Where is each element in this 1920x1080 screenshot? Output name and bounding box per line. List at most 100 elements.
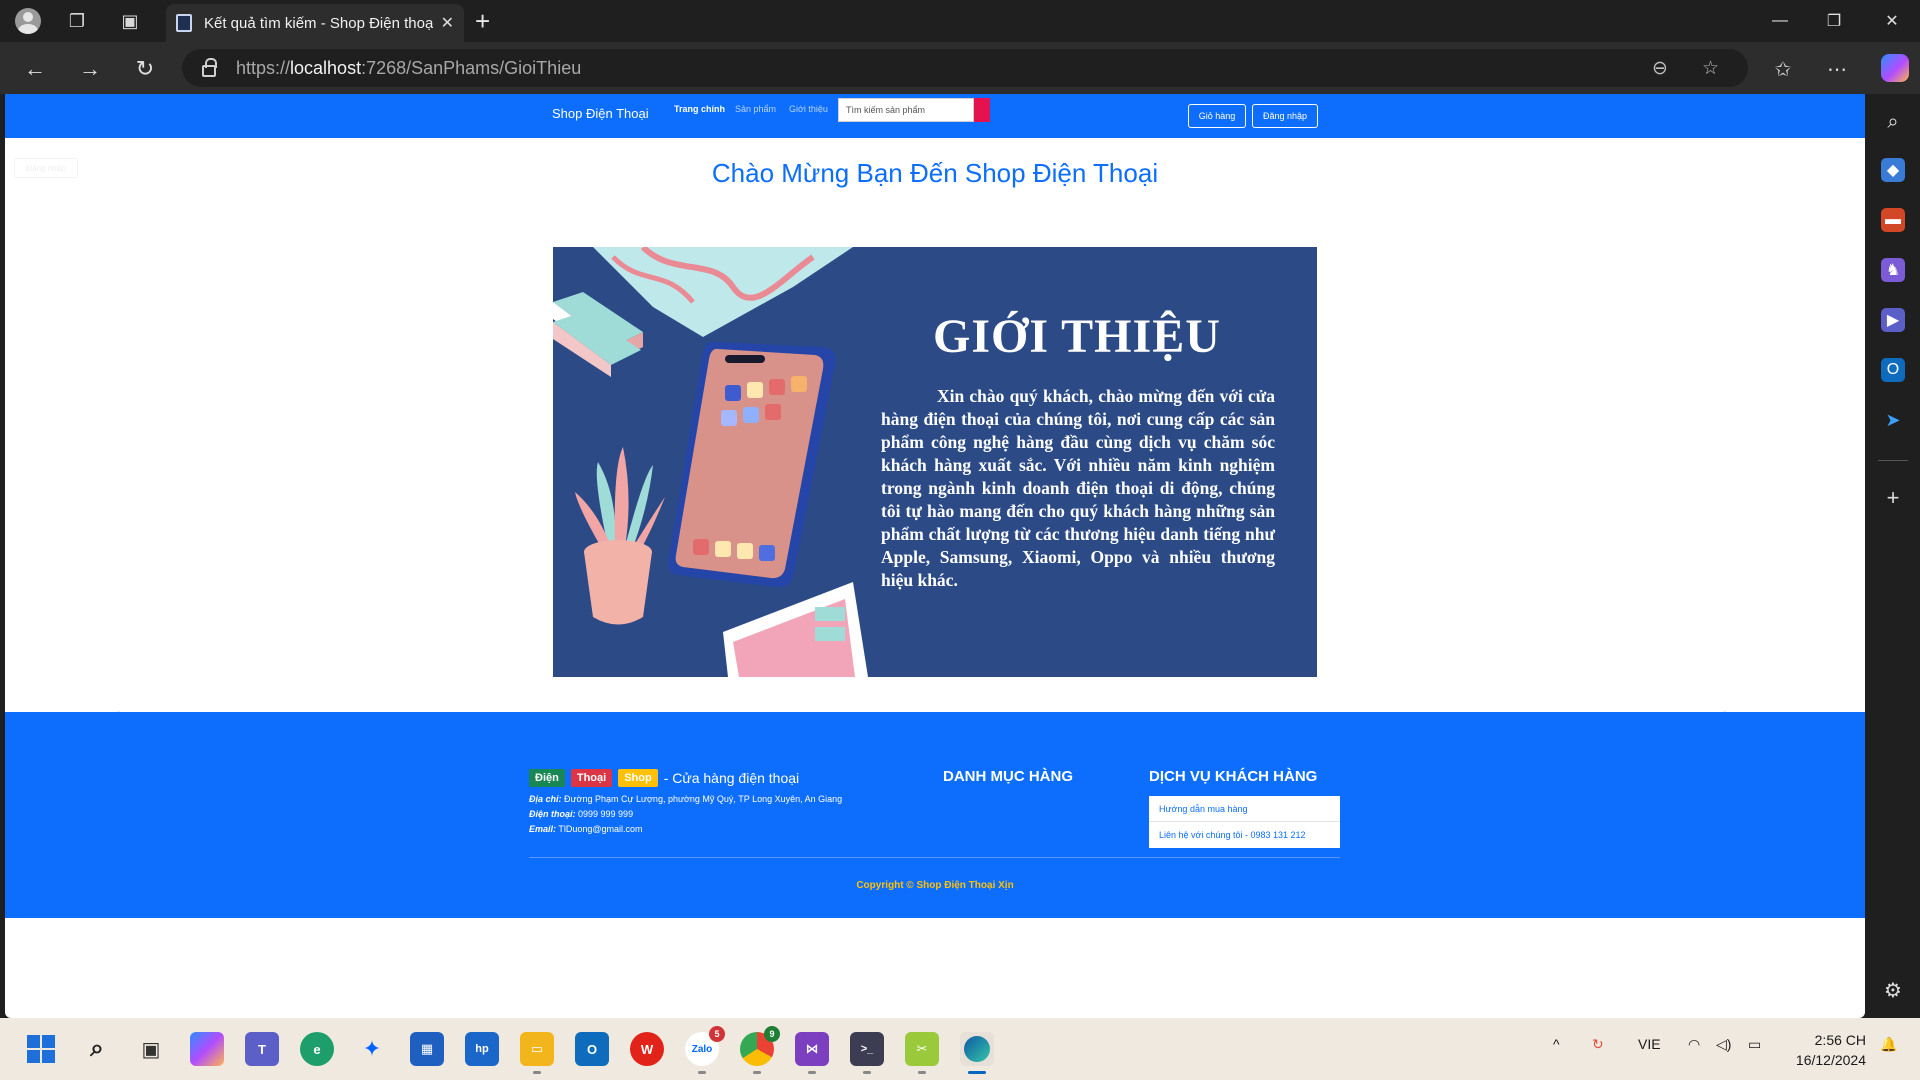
site-brand[interactable]: Shop Điện Thoại xyxy=(552,106,649,121)
favorites-icon[interactable]: ✩ xyxy=(1766,52,1800,86)
books-illustration xyxy=(553,292,643,377)
copilot-app-icon[interactable] xyxy=(190,1032,224,1066)
favorite-star-icon[interactable]: ☆ xyxy=(1702,49,1719,87)
site-navbar: Shop Điện Thoại Trang chính Sản phẩm Giớ… xyxy=(5,94,1865,138)
close-window-icon[interactable]: ✕ xyxy=(1864,0,1920,42)
chrome-badge: 9 xyxy=(764,1026,780,1042)
copilot-sidebar-icon[interactable]: ▶ xyxy=(1881,308,1905,332)
active-tab[interactable]: Kết quả tìm kiếm - Shop Điện thoại ✕ xyxy=(166,4,464,42)
wifi-icon[interactable]: ◠ xyxy=(1688,1036,1700,1053)
page-viewport: Shop Điện Thoại Trang chính Sản phẩm Giớ… xyxy=(5,94,1865,1018)
browser-tab-bar: ❐ ▣ Kết quả tìm kiếm - Shop Điện thoại ✕… xyxy=(0,0,1920,42)
tab-title: Kết quả tìm kiếm - Shop Điện thoại xyxy=(204,14,433,32)
footer-email: Email: TlDuong@gmail.com xyxy=(529,824,643,834)
dropbox-icon[interactable]: ✦ xyxy=(355,1032,389,1066)
terminal-icon[interactable]: >_ xyxy=(850,1032,884,1066)
zalo-icon[interactable]: Zalo 5 xyxy=(685,1026,725,1066)
search-icon[interactable]: ⌕ xyxy=(1881,110,1905,134)
taskbar-search-icon[interactable]: ⌕ xyxy=(80,1032,114,1066)
zalo-badge: 5 xyxy=(709,1026,725,1042)
about-banner: GIỚI THIỆU Xin chào quý khách, chào mừng… xyxy=(553,247,1317,677)
category-heading: DANH MỤC HÀNG xyxy=(943,768,1073,785)
tray-overflow-icon[interactable]: ^ xyxy=(1553,1036,1560,1052)
lock-icon[interactable] xyxy=(202,58,217,77)
tools-briefcase-icon[interactable]: ▬ xyxy=(1881,208,1905,232)
language-indicator[interactable]: VIE xyxy=(1638,1036,1661,1052)
wps-icon[interactable]: W xyxy=(630,1032,664,1066)
address-value: Đường Phạm Cự Lượng, phường Mỹ Quý, TP L… xyxy=(564,794,843,804)
more-menu-icon[interactable]: ⋯ xyxy=(1820,52,1854,86)
tag-shop: Shop xyxy=(618,769,658,787)
nav-home[interactable]: Trang chính xyxy=(674,104,725,114)
sidebar-divider xyxy=(1878,460,1908,461)
snipping-tool-icon[interactable]: ✂ xyxy=(905,1032,939,1066)
login-button[interactable]: Đăng nhập xyxy=(1252,104,1318,128)
refresh-icon[interactable]: ↻ xyxy=(128,52,162,86)
zoom-icon[interactable]: ⊖ xyxy=(1652,49,1668,87)
chrome-icon[interactable]: 9 xyxy=(740,1026,780,1066)
myhp-icon[interactable]: hp xyxy=(465,1032,499,1066)
nav-about[interactable]: Giới thiệu xyxy=(789,104,828,114)
chrome-running-dot xyxy=(753,1071,761,1074)
plant-illustration xyxy=(575,447,665,625)
send-icon[interactable]: ➤ xyxy=(1881,408,1905,432)
add-icon[interactable]: + xyxy=(1881,485,1905,510)
restore-icon[interactable]: ❐ xyxy=(1806,0,1862,42)
teams-icon[interactable]: T xyxy=(245,1032,279,1066)
copilot-icon[interactable] xyxy=(1881,54,1909,82)
cart-button[interactable]: Giỏ hàng xyxy=(1188,104,1246,128)
notification-bell-icon[interactable]: 🔔 xyxy=(1880,1036,1897,1053)
outlook-icon[interactable]: O xyxy=(1881,358,1905,382)
zalo-running-dot xyxy=(698,1071,706,1074)
shopping-tag-icon[interactable]: ◆ xyxy=(1881,158,1905,182)
service-contact-link[interactable]: Liên hệ với chúng tôi - 0983 131 212 xyxy=(1149,822,1340,848)
close-tab-icon[interactable]: ✕ xyxy=(441,13,454,33)
profile-icon xyxy=(15,8,41,34)
system-clock[interactable]: 2:56 CH 16/12/2024 xyxy=(1786,1030,1866,1070)
outlook-app-icon[interactable]: O xyxy=(575,1032,609,1066)
service-guide-link[interactable]: Hướng dẫn mua hàng xyxy=(1149,796,1340,822)
clock-date: 16/12/2024 xyxy=(1795,1052,1866,1068)
tag-thoai: Thoại xyxy=(570,769,613,787)
footer-brand: Điện Thoại Shop - Cửa hàng điện thoại xyxy=(529,769,799,787)
footer-address: Địa chỉ: Đường Phạm Cự Lượng, phường Mỹ … xyxy=(529,794,842,804)
battery-icon[interactable]: ▭ xyxy=(1748,1036,1761,1053)
service-list: Hướng dẫn mua hàng Liên hệ với chúng tôi… xyxy=(1149,796,1340,848)
windows-taskbar: ⌕ ▣ T e ✦ ▦ hp ▭ O W Zalo 5 9 ⋈ >_ ✂ ^ ↻ … xyxy=(0,1018,1920,1080)
edge-dev-icon[interactable]: e xyxy=(300,1032,334,1066)
copyright-text: Copyright © Shop Điện Thoại Xịn xyxy=(856,880,1014,891)
profile-button[interactable] xyxy=(8,0,48,42)
forward-icon[interactable]: → xyxy=(73,52,107,86)
snip-running-dot xyxy=(918,1071,926,1074)
tag-dien: Điện xyxy=(529,769,565,787)
tablet-illustration xyxy=(723,582,868,677)
product-search-input[interactable]: Tìm kiếm sản phẩm xyxy=(838,98,974,122)
banner-text: Xin chào quý khách, chào mừng đến với cử… xyxy=(881,386,1275,590)
nav-products[interactable]: Sản phẩm xyxy=(735,104,776,114)
file-explorer-icon[interactable]: ▭ xyxy=(520,1032,554,1066)
explorer-running-dot xyxy=(533,1071,541,1074)
workspaces-icon[interactable]: ❐ xyxy=(57,0,97,42)
sync-icon[interactable]: ↻ xyxy=(1592,1036,1604,1053)
map-illustration xyxy=(593,247,853,337)
vertical-tabs-icon[interactable]: ▣ xyxy=(110,0,150,42)
minimize-icon[interactable]: — xyxy=(1752,0,1808,42)
welcome-heading: Chào Mừng Bạn Đến Shop Điện Thoại xyxy=(711,158,1159,188)
games-icon[interactable]: ♞ xyxy=(1881,258,1905,282)
visual-studio-icon[interactable]: ⋈ xyxy=(795,1032,829,1066)
address-bar[interactable]: https://localhost:7268/SanPhams/GioiThie… xyxy=(182,49,1748,87)
volume-icon[interactable]: ◁) xyxy=(1716,1036,1731,1053)
vs-running-dot xyxy=(808,1071,816,1074)
edge-taskbar-icon[interactable] xyxy=(960,1032,994,1066)
footer-divider xyxy=(529,857,1340,858)
back-icon[interactable]: ← xyxy=(18,52,52,86)
search-button[interactable] xyxy=(974,98,990,122)
store-icon[interactable]: ▦ xyxy=(410,1032,444,1066)
new-tab-icon[interactable]: + xyxy=(475,6,490,37)
task-view-icon[interactable]: ▣ xyxy=(134,1032,168,1066)
start-icon[interactable] xyxy=(24,1032,58,1066)
settings-gear-icon[interactable]: ⚙ xyxy=(1881,978,1905,1002)
address-toolbar: ← → ↻ https://localhost:7268/SanPhams/Gi… xyxy=(0,42,1920,94)
email-label: Email: xyxy=(529,824,557,834)
email-value: TlDuong@gmail.com xyxy=(558,824,643,834)
